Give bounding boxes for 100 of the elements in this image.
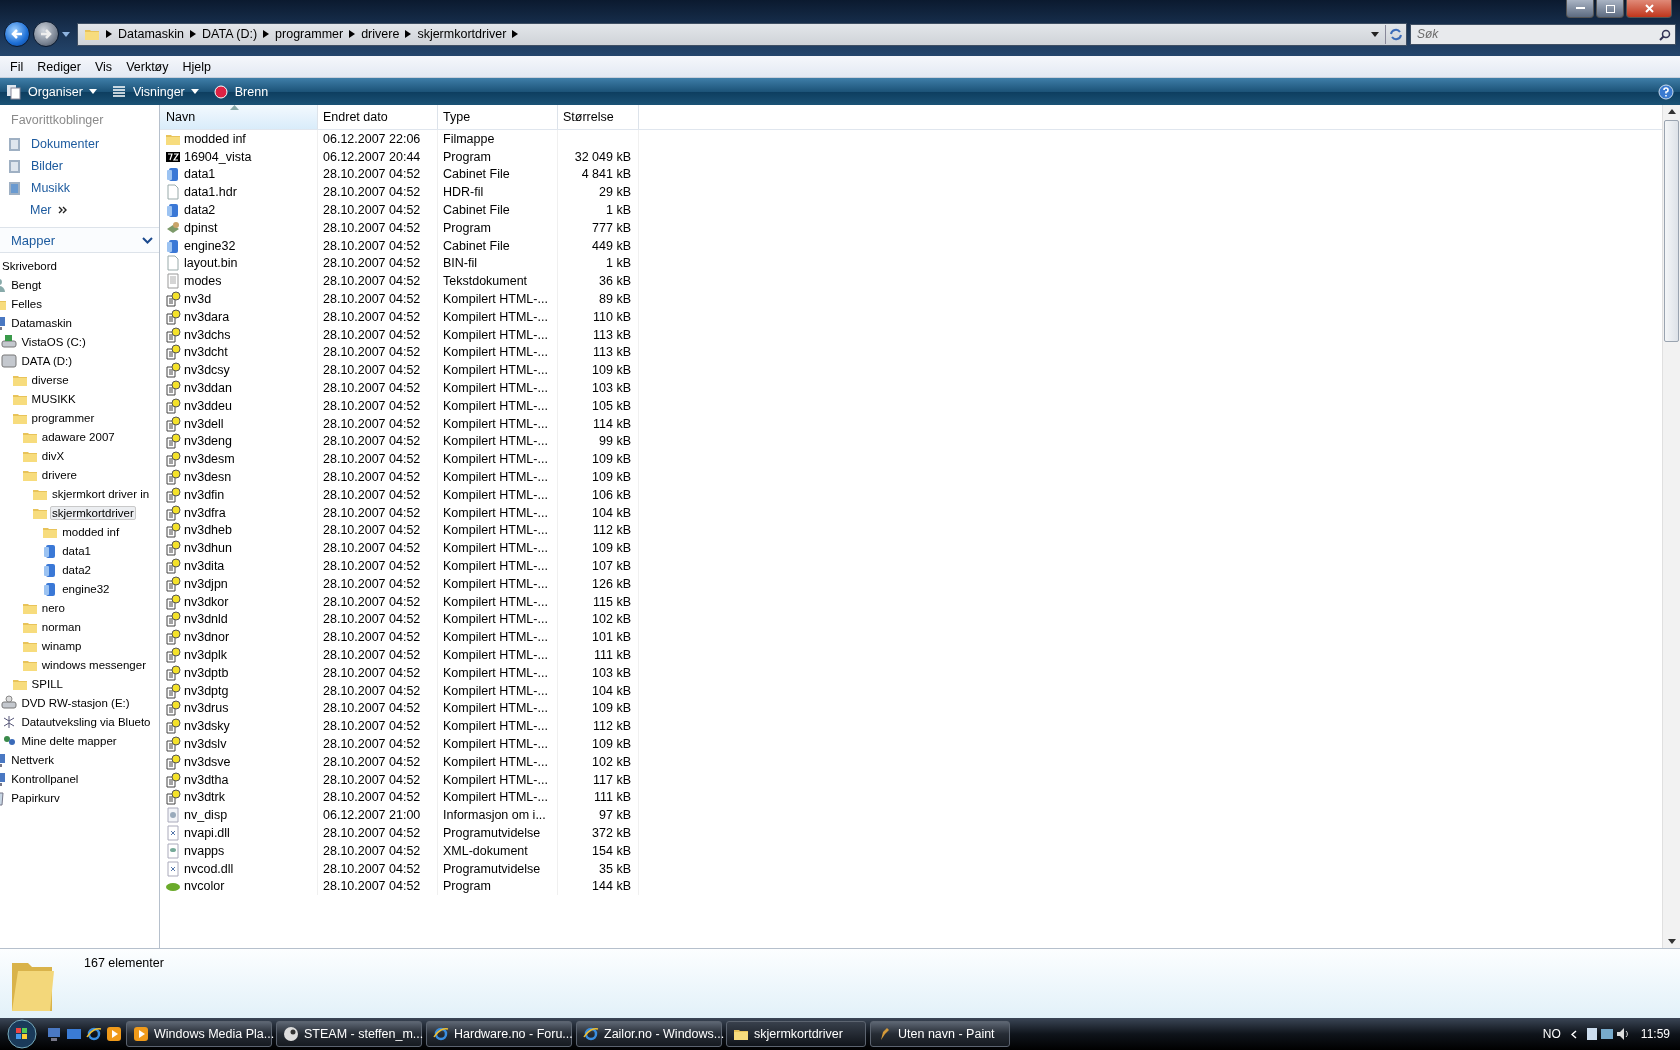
file-name[interactable]: nvcolor [160, 877, 318, 896]
file-name[interactable]: nv3d [160, 290, 318, 308]
file-name[interactable]: data1 [160, 165, 318, 184]
file-name[interactable]: nv3dfra [160, 503, 318, 522]
file-name[interactable]: nvapi.dll [160, 824, 318, 842]
tree-item[interactable]: skjermkort driver in [50, 486, 152, 501]
taskbar-button[interactable]: Windows Media Pla... [126, 1021, 272, 1047]
breadcrumb[interactable]: drivere [361, 27, 400, 41]
file-name[interactable]: nv3dchs [160, 325, 318, 344]
file-name[interactable]: engine32 [160, 236, 318, 255]
taskbar-button[interactable]: STEAM - steffen_m... [276, 1021, 422, 1047]
chevron-left-icon[interactable] [1570, 1029, 1577, 1039]
menu-item[interactable]: Verktøy [119, 59, 176, 74]
favorite-link[interactable]: Bilder [0, 155, 159, 177]
file-name[interactable]: dpinst [160, 219, 318, 237]
file-name[interactable]: data2 [160, 201, 318, 219]
help-icon[interactable] [1658, 83, 1674, 100]
tree-item[interactable]: winamp [39, 638, 84, 653]
tree-item[interactable]: DATA (D:) [19, 353, 75, 368]
breadcrumb[interactable]: Datamaskin [118, 27, 184, 41]
file-name[interactable]: layout.bin [160, 254, 318, 273]
toolbar-button[interactable]: Organiser [6, 83, 97, 100]
taskbar-button[interactable]: Uten navn - Paint [870, 1021, 1010, 1047]
close-button[interactable] [1626, 0, 1672, 18]
tree-item[interactable]: modded inf [60, 524, 122, 539]
scroll-up-icon[interactable] [1667, 109, 1676, 114]
file-name[interactable]: nv3dara [160, 307, 318, 326]
tree-item[interactable]: Felles [9, 296, 44, 311]
file-name[interactable]: nv3drus [160, 699, 318, 718]
tree-item[interactable]: Nettverk [9, 752, 57, 767]
file-name[interactable]: nv3dptb [160, 663, 318, 682]
tree-item[interactable]: drivere [39, 467, 79, 482]
file-name[interactable]: nv3ddan [160, 379, 318, 397]
favorite-link[interactable]: Dokumenter [0, 133, 159, 155]
file-name[interactable]: nv3dita [160, 557, 318, 575]
file-name[interactable]: nv3desm [160, 450, 318, 469]
file-name[interactable]: nv3dcsy [160, 361, 318, 380]
menu-item[interactable]: Vis [88, 59, 120, 74]
file-name[interactable]: nvcod.dll [160, 859, 318, 878]
file-name[interactable]: nv3ddeu [160, 396, 318, 415]
file-name[interactable]: nv_disp [160, 806, 318, 825]
maximize-button[interactable] [1596, 0, 1624, 18]
forward-button[interactable] [33, 21, 59, 47]
file-name[interactable]: nv3dell [160, 414, 318, 433]
taskbar-button[interactable]: Zailor.no - Windows... [576, 1021, 722, 1047]
scrollbar[interactable] [1662, 105, 1680, 948]
menu-item[interactable]: Rediger [30, 59, 88, 74]
file-name[interactable]: modded inf [160, 130, 318, 148]
back-button[interactable] [4, 21, 30, 47]
scroll-down-icon[interactable] [1667, 939, 1676, 944]
tree-item[interactable]: diverse [29, 372, 71, 387]
file-name[interactable]: nv3desn [160, 468, 318, 486]
file-name[interactable]: 16904_vista [160, 147, 318, 166]
tree-item[interactable]: VistaOS (C:) [19, 334, 88, 349]
file-name[interactable]: nv3dplk [160, 646, 318, 664]
address-bar[interactable]: Datamaskin DATA (D:) programmer drivere skjermkortdriver [77, 22, 1407, 46]
tree-item[interactable]: engine32 [60, 581, 112, 596]
tree-item[interactable]: Papirkurv [9, 790, 62, 805]
breadcrumb[interactable]: DATA (D:) [202, 27, 258, 41]
tree-item[interactable]: Skrivebord [0, 258, 59, 273]
taskbar-button[interactable]: Hardware.no - Foru... [426, 1021, 572, 1047]
file-name[interactable]: nv3dtrk [160, 788, 318, 807]
file-name[interactable]: nv3dnor [160, 628, 318, 647]
tree-item[interactable]: skjermkortdriver [50, 505, 136, 520]
breadcrumb[interactable]: programmer [275, 27, 344, 41]
menu-item[interactable]: Fil [3, 59, 31, 74]
tree-item[interactable]: Bengt [9, 277, 44, 292]
column-header[interactable]: Navn [160, 105, 318, 129]
taskbar-button[interactable]: skjermkortdriver [726, 1021, 866, 1047]
more-link[interactable]: Mer [30, 203, 52, 217]
tree-item[interactable]: data1 [60, 543, 93, 558]
tree-item[interactable]: SPILL [29, 676, 65, 691]
file-name[interactable]: nv3dslv [160, 735, 318, 753]
scrollbar-thumb[interactable] [1664, 120, 1679, 342]
tree-item[interactable]: Datamaskin [9, 315, 74, 330]
tree-item[interactable]: norman [39, 619, 83, 634]
tree-item[interactable]: data2 [60, 562, 93, 577]
file-name[interactable]: nv3dcht [160, 343, 318, 362]
toolbar-button[interactable]: Visninger [110, 83, 199, 100]
tree-item[interactable]: DVD RW-stasjon (E:) [19, 695, 132, 710]
file-name[interactable]: modes [160, 272, 318, 291]
file-name[interactable]: nv3dptg [160, 681, 318, 700]
tree-item[interactable]: Datautveksling via Blueto [19, 714, 153, 729]
file-name[interactable]: nv3deng [160, 432, 318, 451]
file-name[interactable]: nv3dkor [160, 592, 318, 611]
tree-item[interactable]: adaware 2007 [39, 429, 117, 444]
tree-item[interactable]: programmer [29, 410, 97, 425]
search-field[interactable]: Søk [1410, 23, 1676, 45]
file-name[interactable]: data1.hdr [160, 183, 318, 202]
tree-item[interactable]: Kontrollpanel [9, 771, 81, 786]
file-name[interactable]: nv3dtha [160, 770, 318, 789]
favorite-link[interactable]: Musikk [0, 177, 159, 199]
tree-item[interactable]: nero [39, 600, 67, 615]
file-name[interactable]: nv3dfin [160, 485, 318, 504]
tree-item[interactable]: windows messenger [39, 657, 148, 672]
file-name[interactable]: nv3dsve [160, 752, 318, 771]
file-name[interactable]: nv3dheb [160, 521, 318, 540]
file-name[interactable]: nvapps [160, 841, 318, 860]
menu-item[interactable]: Hjelp [175, 59, 218, 74]
folders-header[interactable]: Mapper [0, 227, 159, 253]
